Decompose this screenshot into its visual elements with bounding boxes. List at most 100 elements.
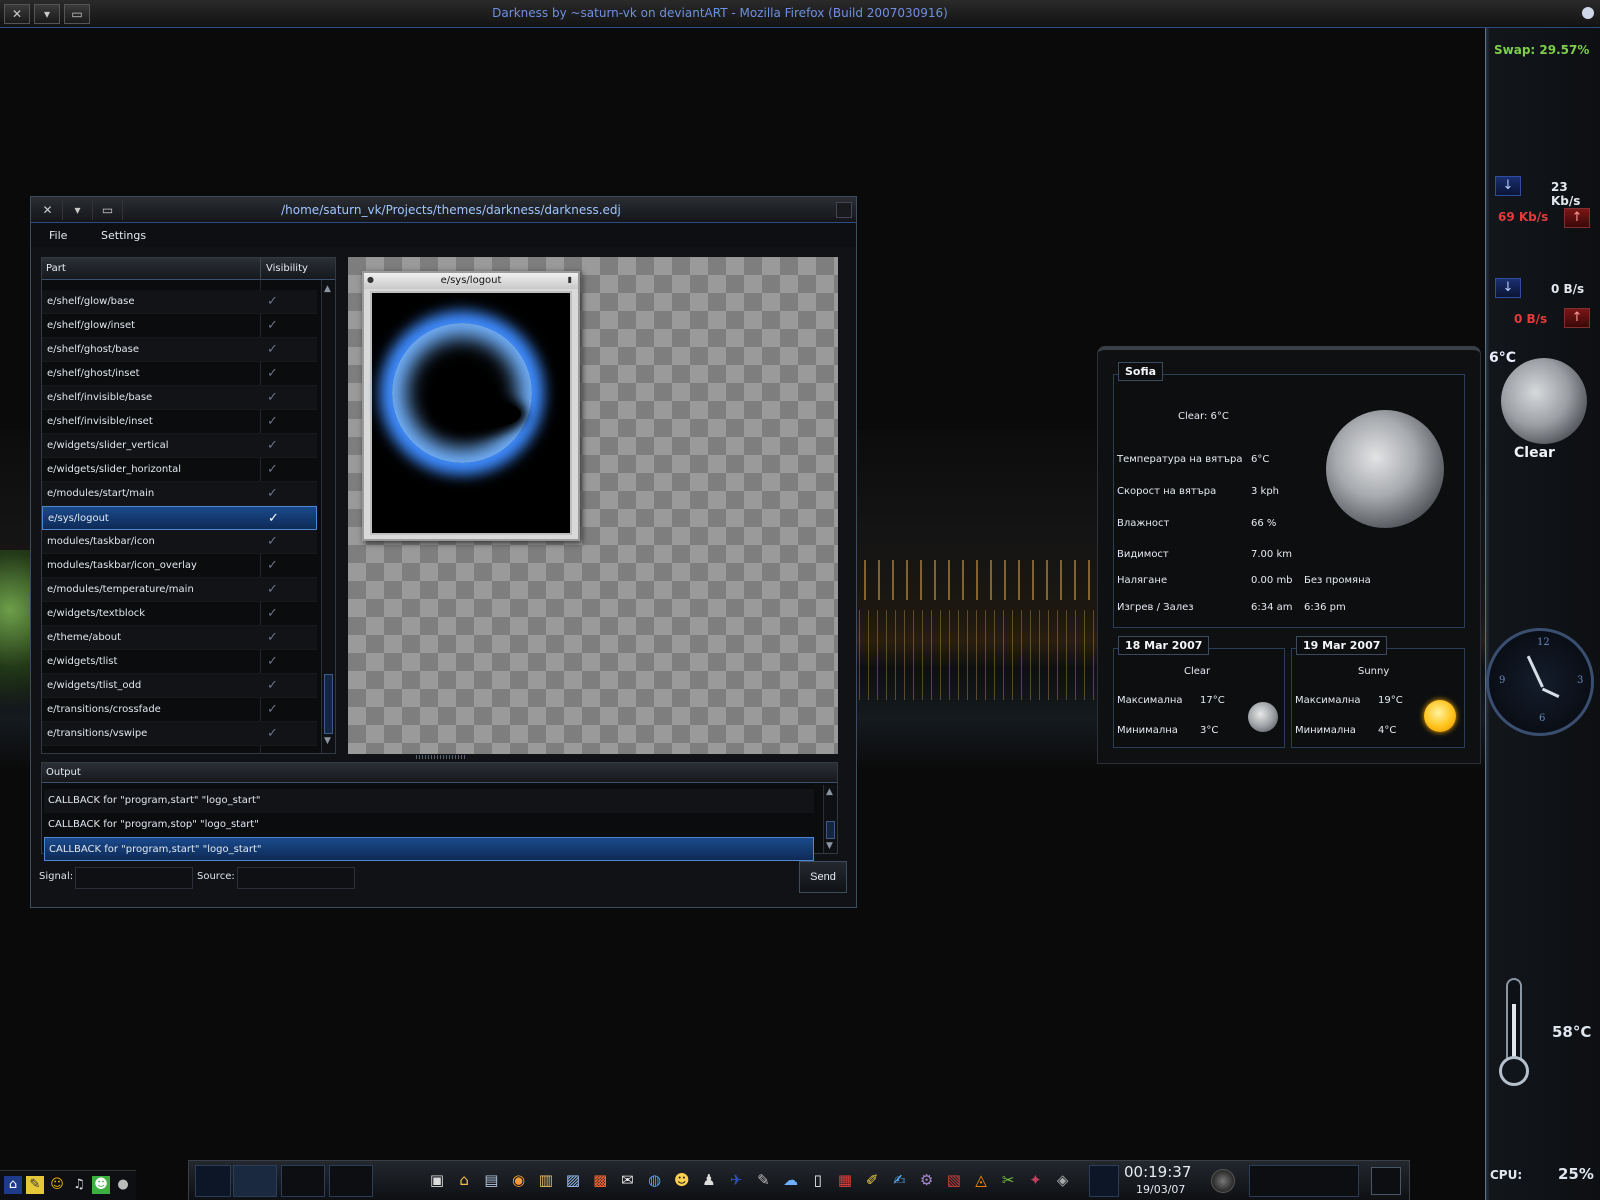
column-part[interactable]: Part bbox=[46, 263, 66, 274]
parts-list-row[interactable]: e/modules/temperature/main ✓ bbox=[42, 578, 317, 602]
scroll-thumb[interactable] bbox=[826, 821, 835, 839]
home-icon[interactable]: ⌂ bbox=[453, 1169, 475, 1191]
visibility-check-icon[interactable]: ✓ bbox=[267, 702, 278, 717]
parts-list-row[interactable]: e/theme/about ✓ bbox=[42, 626, 317, 650]
tool-icon[interactable]: ✂ bbox=[997, 1169, 1019, 1191]
firefox-icon[interactable] bbox=[1582, 7, 1594, 19]
visibility-check-icon[interactable]: ✓ bbox=[267, 534, 278, 549]
parts-list-row[interactable]: e/shelf/glow/base ✓ bbox=[42, 290, 317, 314]
output-line[interactable]: CALLBACK for "program,start" "logo_start… bbox=[44, 837, 814, 861]
part-preview-canvas[interactable]: e/sys/logout ● ▮ bbox=[348, 257, 838, 754]
signal-input[interactable] bbox=[75, 867, 193, 889]
user-icon[interactable]: ☺ bbox=[48, 1176, 66, 1194]
maximize-icon[interactable]: ▭ bbox=[64, 4, 90, 24]
presentation-icon[interactable]: ▦ bbox=[834, 1169, 856, 1191]
terminal-icon[interactable]: ▣ bbox=[426, 1169, 448, 1191]
output-line[interactable]: CALLBACK for "program,start" "logo_start… bbox=[44, 789, 814, 813]
visibility-check-icon[interactable]: ✓ bbox=[268, 511, 279, 526]
parts-list-row[interactable]: e/widgets/textblock ✓ bbox=[42, 602, 317, 626]
user-icon[interactable]: ♟ bbox=[698, 1169, 720, 1191]
visibility-check-icon[interactable]: ✓ bbox=[267, 294, 278, 309]
network-icon[interactable]: ⌂ bbox=[4, 1176, 22, 1194]
visibility-check-icon[interactable]: ✓ bbox=[267, 462, 278, 477]
preview-max-icon[interactable]: ▮ bbox=[568, 275, 572, 284]
column-visibility[interactable]: Visibility bbox=[266, 263, 308, 274]
parts-list-row[interactable]: e/shelf/glow/inset ✓ bbox=[42, 314, 317, 338]
document-icon[interactable]: ▯ bbox=[807, 1169, 829, 1191]
minimize-icon[interactable]: ▾ bbox=[34, 4, 60, 24]
parts-list-row[interactable]: e/sys/logout ✓ bbox=[42, 506, 317, 530]
desktop-pager-1[interactable] bbox=[195, 1165, 231, 1197]
desktop-pager-2[interactable] bbox=[233, 1165, 277, 1197]
photo-icon[interactable]: ▩ bbox=[589, 1169, 611, 1191]
ftp-icon[interactable]: ✈ bbox=[725, 1169, 747, 1191]
scroll-down-icon[interactable]: ▼ bbox=[826, 841, 833, 851]
settings-icon[interactable]: ⚙ bbox=[916, 1169, 938, 1191]
visibility-check-icon[interactable]: ✓ bbox=[267, 486, 278, 501]
preview-logout-dialog[interactable]: e/sys/logout ● ▮ bbox=[362, 271, 580, 541]
music-icon[interactable]: ♫ bbox=[70, 1176, 88, 1194]
visibility-check-icon[interactable]: ✓ bbox=[267, 390, 278, 405]
parts-list-row[interactable]: e/widgets/tlist_odd ✓ bbox=[42, 674, 317, 698]
parts-list-row[interactable]: e/transitions/crossfade ✓ bbox=[42, 698, 317, 722]
parts-list-row[interactable]: modules/taskbar/icon_overlay ✓ bbox=[42, 554, 317, 578]
visibility-check-icon[interactable]: ✓ bbox=[267, 654, 278, 669]
parts-scrollbar[interactable]: ▲ ▼ bbox=[321, 280, 335, 753]
menu-file[interactable]: File bbox=[49, 229, 67, 242]
writer-icon[interactable]: ✍ bbox=[888, 1169, 910, 1191]
desktop-pager-3[interactable] bbox=[281, 1165, 325, 1197]
send-button[interactable]: Send bbox=[799, 861, 847, 893]
package-icon[interactable]: ▧ bbox=[943, 1169, 965, 1191]
game-icon[interactable]: ✦ bbox=[1024, 1169, 1046, 1191]
maximize-icon[interactable]: ▭ bbox=[93, 200, 123, 220]
source-input[interactable] bbox=[237, 867, 355, 889]
desktop-pager-5[interactable] bbox=[1089, 1165, 1119, 1197]
parts-list-row[interactable]: e/shelf/ghost/base ✓ bbox=[42, 338, 317, 362]
status-icon[interactable]: ● bbox=[114, 1176, 132, 1194]
parts-list-row[interactable]: e/widgets/slider_horizontal ✓ bbox=[42, 458, 317, 482]
parts-list-row[interactable]: e/shelf/ghost/inset ✓ bbox=[42, 362, 317, 386]
visibility-check-icon[interactable]: ✓ bbox=[267, 366, 278, 381]
media-icon[interactable]: ◉ bbox=[508, 1169, 530, 1191]
book-icon[interactable]: ▥ bbox=[535, 1169, 557, 1191]
editor-icon[interactable]: ✐ bbox=[861, 1169, 883, 1191]
filemanager-icon[interactable]: ▤ bbox=[480, 1169, 502, 1191]
scroll-up-icon[interactable]: ▲ bbox=[826, 787, 833, 797]
desktop-pager-4[interactable] bbox=[329, 1165, 373, 1197]
scroll-up-icon[interactable]: ▲ bbox=[324, 284, 331, 294]
notes-icon[interactable]: ✎ bbox=[752, 1169, 774, 1191]
parts-list-row[interactable]: e/shelf/invisible/base ✓ bbox=[42, 386, 317, 410]
chat-icon[interactable]: ☻ bbox=[671, 1169, 693, 1191]
output-line[interactable]: CALLBACK for "program,stop" "logo_start" bbox=[44, 813, 814, 837]
parts-list-row[interactable]: e/transitions/vswipe ✓ bbox=[42, 722, 317, 746]
parts-list-row[interactable]: e/modules/start/main ✓ bbox=[42, 482, 317, 506]
mail-icon[interactable]: ✉ bbox=[616, 1169, 638, 1191]
notes-icon[interactable]: ✎ bbox=[26, 1176, 44, 1194]
parts-list-row[interactable]: modules/taskbar/icon ✓ bbox=[42, 530, 317, 554]
window-titlebar[interactable]: ✕ ▾ ▭ /home/saturn_vk/Projects/themes/da… bbox=[31, 197, 856, 223]
preview-close-icon[interactable]: ● bbox=[367, 275, 374, 284]
skype-icon[interactable]: ☁ bbox=[780, 1169, 802, 1191]
parts-list-row[interactable]: e/shelf/invisible/inset ✓ bbox=[42, 410, 317, 434]
window-shade-button[interactable] bbox=[836, 202, 852, 218]
vlc-icon[interactable]: ◬ bbox=[970, 1169, 992, 1191]
parts-list-row[interactable]: e/widgets/slider_vertical ✓ bbox=[42, 434, 317, 458]
visibility-check-icon[interactable]: ✓ bbox=[267, 438, 278, 453]
visibility-check-icon[interactable]: ✓ bbox=[267, 630, 278, 645]
scroll-thumb[interactable] bbox=[324, 674, 333, 734]
generic-icon[interactable]: ◈ bbox=[1052, 1169, 1074, 1191]
image-viewer-icon[interactable]: ▨ bbox=[562, 1169, 584, 1191]
visibility-check-icon[interactable]: ✓ bbox=[267, 606, 278, 621]
visibility-check-icon[interactable]: ✓ bbox=[267, 678, 278, 693]
visibility-check-icon[interactable]: ✓ bbox=[267, 414, 278, 429]
visibility-check-icon[interactable]: ✓ bbox=[267, 558, 278, 573]
visibility-check-icon[interactable]: ✓ bbox=[267, 318, 278, 333]
output-scrollbar[interactable]: ▲ ▼ bbox=[823, 785, 837, 853]
visibility-check-icon[interactable]: ✓ bbox=[267, 342, 278, 357]
close-icon[interactable]: ✕ bbox=[33, 200, 63, 220]
visibility-check-icon[interactable]: ✓ bbox=[267, 726, 278, 741]
visibility-check-icon[interactable]: ✓ bbox=[267, 582, 278, 597]
pane-splitter[interactable] bbox=[416, 755, 466, 759]
show-desktop-button[interactable] bbox=[1371, 1167, 1401, 1195]
parts-list-row[interactable]: e/widgets/tlist ✓ bbox=[42, 650, 317, 674]
